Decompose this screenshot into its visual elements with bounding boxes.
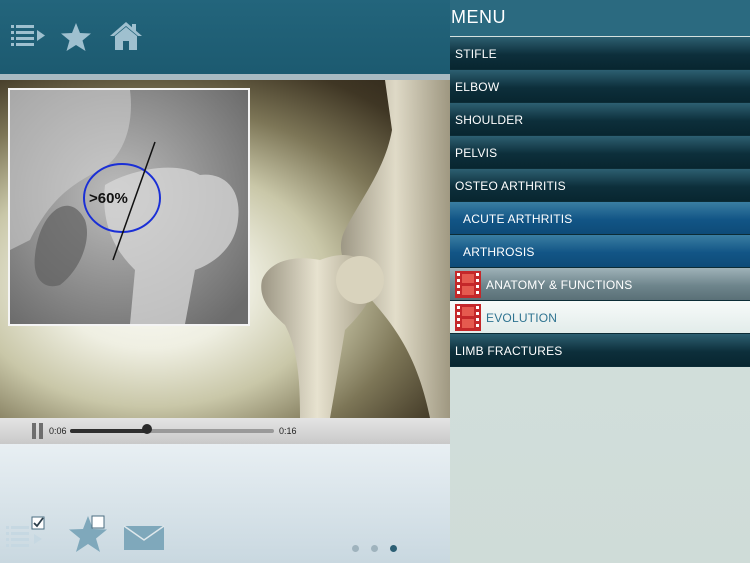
menu-item-limb-fractures[interactable]: LIMB FRACTURES — [450, 334, 750, 367]
video-player[interactable]: >60% — [0, 80, 450, 418]
menu-item-stifle[interactable]: STIFLE — [450, 37, 750, 70]
menu-item-label: ELBOW — [455, 80, 500, 94]
seek-bar-progress — [70, 429, 147, 433]
menu-item-label: ANATOMY & FUNCTIONS — [486, 278, 633, 292]
xray-label: >60% — [89, 190, 128, 207]
menu-item-label: LIMB FRACTURES — [455, 344, 563, 358]
film-icon — [455, 304, 481, 331]
current-time: 0:06 — [49, 426, 67, 436]
playback-controls: 0:06 0:16 — [0, 418, 450, 444]
menu-item-label: STIFLE — [455, 47, 497, 61]
menu-item-evolution[interactable]: EVOLUTION — [450, 301, 750, 334]
top-toolbar — [0, 0, 450, 74]
seek-bar[interactable] — [70, 429, 274, 433]
film-icon — [455, 271, 481, 298]
menu-item-label: OSTEO ARTHRITIS — [455, 179, 566, 193]
menu-item-osteo-arthritis[interactable]: OSTEO ARTHRITIS — [450, 169, 750, 202]
menu-item-acute-arthritis[interactable]: ACUTE ARTHRITIS — [450, 202, 750, 235]
page-indicator-dot[interactable] — [371, 545, 378, 552]
menu-item-label: PELVIS — [455, 146, 498, 160]
page-indicator-dot-active[interactable] — [390, 545, 397, 552]
menu-item-elbow[interactable]: ELBOW — [450, 70, 750, 103]
checklist-icon[interactable] — [4, 514, 50, 554]
total-time: 0:16 — [279, 426, 297, 436]
menu-item-anatomy-functions[interactable]: ANATOMY & FUNCTIONS — [450, 268, 750, 301]
mail-icon[interactable] — [123, 524, 165, 552]
menu-item-label: SHOULDER — [455, 113, 524, 127]
content-pane: >60% 0:06 0:16 — [0, 0, 450, 563]
pause-icon-bar — [39, 423, 43, 439]
menu-title: MENU — [451, 7, 506, 27]
list-menu-icon[interactable] — [10, 20, 46, 54]
home-icon[interactable] — [108, 20, 144, 54]
page-indicator-dot[interactable] — [352, 545, 359, 552]
star-icon[interactable] — [58, 20, 94, 54]
menu-item-label: ARTHROSIS — [463, 245, 535, 259]
menu-item-pelvis[interactable]: PELVIS — [450, 136, 750, 169]
seek-handle[interactable] — [141, 424, 152, 434]
xray-inset: >60% — [8, 88, 250, 326]
favorite-star-icon[interactable] — [64, 512, 114, 556]
menu-item-arthrosis[interactable]: ARTHROSIS — [450, 235, 750, 268]
menu-item-label: EVOLUTION — [486, 311, 558, 325]
pause-icon[interactable] — [32, 423, 36, 439]
bottom-toolbar — [0, 444, 450, 563]
menu-item-shoulder[interactable]: SHOULDER — [450, 103, 750, 136]
menu-item-label: ACUTE ARTHRITIS — [463, 212, 573, 226]
